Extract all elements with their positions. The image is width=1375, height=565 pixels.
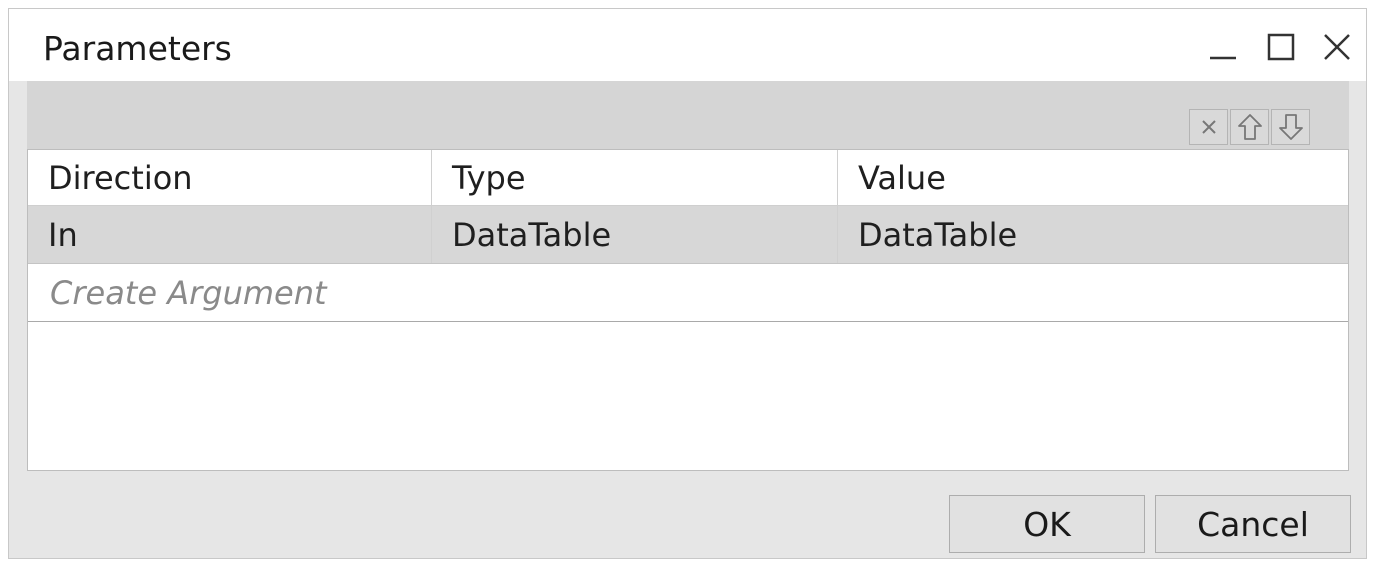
arguments-toolbar [27, 81, 1349, 149]
cancel-button[interactable]: Cancel [1155, 495, 1351, 553]
row-actions [1189, 109, 1310, 145]
maximize-button[interactable] [1261, 27, 1301, 67]
type-cell[interactable]: DataTable [432, 206, 838, 263]
arguments-grid: Direction Type Value In DataTable DataTa… [27, 149, 1349, 471]
delete-argument-button[interactable] [1189, 109, 1228, 145]
move-up-button[interactable] [1230, 109, 1269, 145]
value-cell[interactable]: DataTable [838, 206, 1348, 263]
move-down-button[interactable] [1271, 109, 1310, 145]
maximize-icon [1267, 33, 1295, 61]
create-argument-row[interactable]: Create Argument [28, 264, 1348, 322]
move-up-icon [1237, 114, 1262, 140]
create-argument-placeholder[interactable]: Create Argument [28, 264, 327, 321]
minimize-button[interactable] [1203, 27, 1243, 67]
move-down-icon [1278, 114, 1303, 140]
column-header-direction[interactable]: Direction [28, 150, 432, 205]
grid-header: Direction Type Value [28, 150, 1348, 206]
close-icon [1324, 34, 1350, 60]
parameters-dialog: Parameters Direction Type Value In DataT… [8, 8, 1367, 559]
table-row[interactable]: In DataTable DataTable [28, 206, 1348, 264]
delete-icon [1201, 120, 1216, 134]
column-header-value[interactable]: Value [838, 150, 1348, 205]
dialog-title: Parameters [43, 29, 232, 68]
close-button[interactable] [1317, 27, 1357, 67]
direction-cell[interactable]: In [28, 206, 432, 263]
column-header-type[interactable]: Type [432, 150, 838, 205]
minimize-icon [1210, 56, 1236, 60]
title-bar: Parameters [9, 9, 1366, 81]
ok-button[interactable]: OK [949, 495, 1145, 553]
